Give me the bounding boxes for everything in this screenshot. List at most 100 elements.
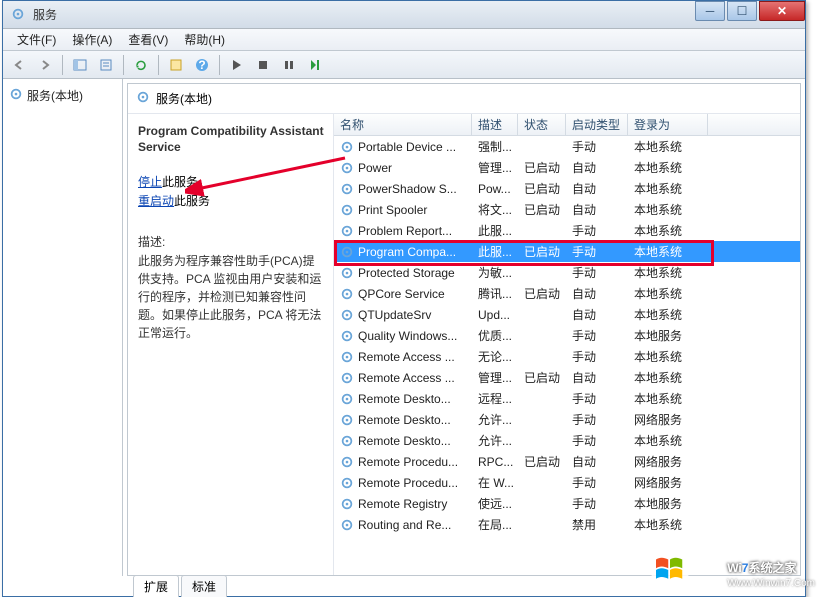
service-row[interactable]: Program Compa...此服...已启动手动本地系统 [334, 241, 800, 262]
cell-logon: 本地服务 [628, 493, 708, 514]
service-row[interactable]: Remote Procedu...在 W...手动网络服务 [334, 472, 800, 493]
tab-standard[interactable]: 标准 [181, 575, 227, 597]
cell-logon: 本地系统 [628, 262, 708, 283]
description-label: 描述: [138, 233, 325, 250]
restart-service-link[interactable]: 重启动 [138, 194, 174, 208]
service-gear-icon [340, 518, 354, 532]
service-row[interactable]: Remote Registry使远...手动本地服务 [334, 493, 800, 514]
minimize-button[interactable]: ─ [695, 1, 725, 21]
service-row[interactable]: Remote Procedu...RPC...已启动自动网络服务 [334, 451, 800, 472]
service-gear-icon [340, 140, 354, 154]
service-row[interactable]: PowerShadow S...Pow...已启动自动本地系统 [334, 178, 800, 199]
cell-start: 自动 [566, 157, 628, 178]
cell-logon: 本地系统 [628, 388, 708, 409]
service-gear-icon [340, 329, 354, 343]
close-button[interactable]: ✕ [759, 1, 805, 21]
column-logon-as[interactable]: 登录为 [628, 114, 708, 136]
menu-view[interactable]: 查看(V) [120, 29, 176, 50]
column-description[interactable]: 描述 [472, 114, 518, 136]
cell-desc: 使远... [472, 493, 518, 514]
cell-status [518, 313, 566, 317]
stop-service-button[interactable] [251, 54, 275, 76]
cell-status: 已启动 [518, 367, 566, 388]
service-row[interactable]: Protected Storage为敏...手动本地系统 [334, 262, 800, 283]
cell-start: 手动 [566, 220, 628, 241]
cell-desc: 此服... [472, 220, 518, 241]
cell-start: 手动 [566, 388, 628, 409]
column-status[interactable]: 状态 [518, 114, 566, 136]
cell-name: QTUpdateSrv [334, 306, 472, 324]
pause-service-button[interactable] [277, 54, 301, 76]
nav-forward-button[interactable] [33, 54, 57, 76]
service-row[interactable]: QTUpdateSrvUpd...自动本地系统 [334, 304, 800, 325]
service-row[interactable]: Quality Windows...优质... 手动本地服务 [334, 325, 800, 346]
service-row[interactable]: Remote Access ...无论...手动本地系统 [334, 346, 800, 367]
cell-logon: 本地系统 [628, 304, 708, 325]
service-row[interactable]: QPCore Service腾讯...已启动自动本地系统 [334, 283, 800, 304]
tabs-bar: 扩展 标准 [127, 576, 805, 596]
cell-status [518, 355, 566, 359]
refresh-button[interactable] [129, 54, 153, 76]
menu-help[interactable]: 帮助(H) [176, 29, 233, 50]
cell-desc: 远程... [472, 388, 518, 409]
cell-status [518, 418, 566, 422]
cell-start: 手动 [566, 262, 628, 283]
cell-name: Remote Deskto... [334, 390, 472, 408]
menu-action[interactable]: 操作(A) [64, 29, 120, 50]
cell-desc: 腾讯... [472, 283, 518, 304]
service-row[interactable]: Problem Report...此服...手动本地系统 [334, 220, 800, 241]
cell-name: QPCore Service [334, 285, 472, 303]
export-list-button[interactable] [94, 54, 118, 76]
stop-service-link[interactable]: 停止 [138, 175, 162, 189]
nav-back-button[interactable] [7, 54, 31, 76]
cell-desc: 无论... [472, 346, 518, 367]
cell-status [518, 334, 566, 338]
titlebar[interactable]: 服务 ─ ☐ ✕ [3, 1, 805, 29]
column-name[interactable]: 名称 [334, 114, 472, 136]
cell-name: Power [334, 159, 472, 177]
cell-desc: 允许... [472, 430, 518, 451]
services-icon [9, 87, 23, 104]
window-title: 服务 [33, 6, 805, 23]
column-startup-type[interactable]: 启动类型 [566, 114, 628, 136]
toolbar-separator [158, 55, 159, 75]
service-row[interactable]: Portable Device ...强制...手动本地系统 [334, 136, 800, 157]
cell-desc: 优质... [472, 325, 518, 346]
service-gear-icon [340, 392, 354, 406]
start-service-button[interactable] [225, 54, 249, 76]
service-row[interactable]: Print Spooler将文...已启动自动本地系统 [334, 199, 800, 220]
cell-start: 手动 [566, 325, 628, 346]
properties-button[interactable] [164, 54, 188, 76]
cell-status [518, 397, 566, 401]
tree-root-services-local[interactable]: 服务(本地) [7, 85, 118, 106]
restart-service-button[interactable] [303, 54, 327, 76]
cell-logon: 本地系统 [628, 367, 708, 388]
cell-name: Quality Windows... [334, 327, 472, 345]
cell-desc: 为敏... [472, 262, 518, 283]
cell-logon: 本地服务 [628, 325, 708, 346]
service-row[interactable]: Routing and Re...在局...禁用本地系统 [334, 514, 800, 535]
description-text: 此服务为程序兼容性助手(PCA)提供支持。PCA 监视由用户安装和运行的程序，并… [138, 252, 325, 342]
service-row[interactable]: Remote Deskto...允许...手动网络服务 [334, 409, 800, 430]
cell-desc: 在 W... [472, 472, 518, 493]
cell-start: 自动 [566, 304, 628, 325]
maximize-button[interactable]: ☐ [727, 1, 757, 21]
help-button[interactable]: ? [190, 54, 214, 76]
cell-desc: Pow... [472, 180, 518, 198]
cell-start: 自动 [566, 199, 628, 220]
tab-extended[interactable]: 扩展 [133, 575, 179, 597]
service-row[interactable]: Remote Access ...管理...已启动自动本地系统 [334, 367, 800, 388]
service-gear-icon [340, 182, 354, 196]
tree-pane[interactable]: 服务(本地) [3, 79, 123, 576]
list-rows[interactable]: Portable Device ...强制...手动本地系统Power管理...… [334, 136, 800, 575]
cell-logon: 本地系统 [628, 220, 708, 241]
cell-status: 已启动 [518, 199, 566, 220]
cell-start: 手动 [566, 472, 628, 493]
service-row[interactable]: Remote Deskto...远程... 手动本地系统 [334, 388, 800, 409]
menu-file[interactable]: 文件(F) [9, 29, 64, 50]
service-row[interactable]: Power管理...已启动自动本地系统 [334, 157, 800, 178]
service-row[interactable]: Remote Deskto...允许...手动本地系统 [334, 430, 800, 451]
show-hide-tree-button[interactable] [68, 54, 92, 76]
client-area: 服务(本地) 服务(本地) Program Compatibility Assi… [3, 79, 805, 576]
cell-name: Program Compa... [334, 243, 472, 261]
